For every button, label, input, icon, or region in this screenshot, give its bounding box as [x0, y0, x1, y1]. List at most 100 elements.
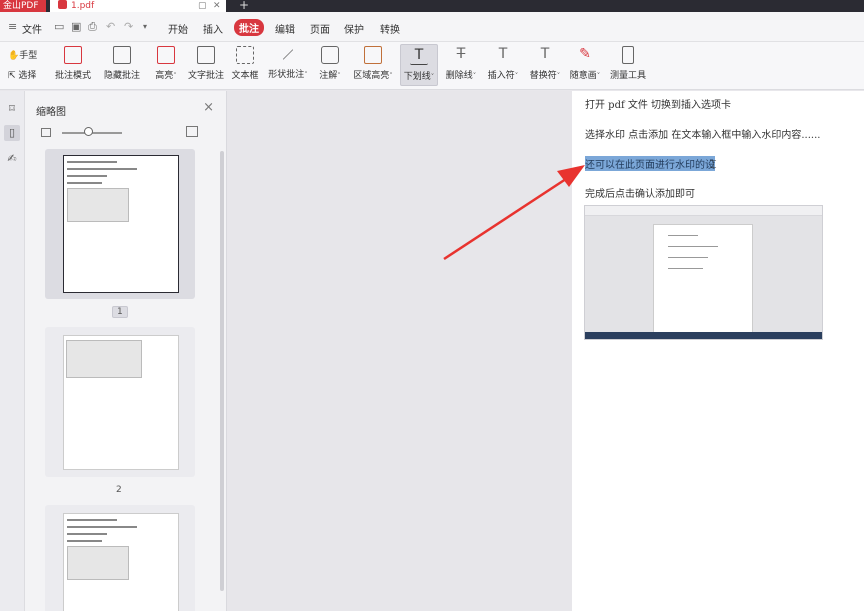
text-annotation-icon — [197, 46, 215, 64]
shape-annotation-label: 形状批注 — [268, 70, 305, 80]
hide-annotations-button[interactable]: 隐藏批注 — [103, 44, 141, 86]
underline-icon: T — [410, 47, 428, 65]
area-highlight-icon — [364, 46, 382, 64]
thumbnail-icon[interactable]: ▯ — [4, 125, 20, 141]
underline-label: 下划线 — [403, 72, 431, 82]
document-viewport[interactable]: 打开 pdf 文件 切换到插入选项卡 选择水印 点击添加 在文本输入框中输入水印… — [227, 91, 864, 611]
shape-annotation-button[interactable]: 形状批注˅ — [266, 44, 310, 86]
textbox-icon — [236, 46, 254, 64]
pin-icon[interactable]: ▢ — [198, 0, 207, 12]
menu-bar: ≡ 文件 ▭ ▣ ⎙ ↶ ↷ ▾ 开始 插入 批注 编辑 页面 保护 转换 — [0, 12, 864, 42]
document-line-2: 选择水印 点击添加 在文本输入框中输入水印内容...... — [585, 130, 821, 141]
annotation-ribbon: ✋手型 ⇱ 选择 批注模式 隐藏批注 高亮˅ 文字批注 文本框 形状批注˅ 注解… — [0, 42, 864, 90]
thumbnail-page-3[interactable] — [45, 505, 195, 611]
redo-icon[interactable]: ↷ — [124, 20, 133, 33]
page-preview — [63, 335, 179, 470]
app-name: 金山PDF — [3, 1, 39, 11]
close-tab-icon[interactable]: ✕ — [213, 0, 221, 12]
preview-image — [67, 546, 129, 580]
preview-image — [67, 188, 129, 222]
insert-mark-label: 插入符 — [487, 71, 515, 81]
hand-tool-button[interactable]: ✋手型 — [8, 48, 37, 61]
note-button[interactable]: 注解˅ — [316, 44, 344, 86]
strikethrough-label: 删除线 — [445, 71, 473, 81]
pen-icon: ✎ — [579, 46, 591, 62]
thumbnail-page-1[interactable] — [45, 149, 195, 299]
insert-mark-icon: T — [498, 46, 508, 62]
dropdown-icon[interactable]: ▾ — [143, 22, 147, 31]
file-menu[interactable]: 文件 — [22, 21, 42, 36]
freehand-draw-label: 随意画 — [569, 71, 597, 81]
tab-page[interactable]: 页面 — [310, 21, 330, 36]
page-number-1: 1 — [112, 306, 128, 318]
thumbnail-scrollbar[interactable] — [220, 151, 224, 591]
tab-edit[interactable]: 编辑 — [275, 21, 295, 36]
hamburger-icon[interactable]: ≡ — [8, 20, 17, 33]
page-preview — [63, 155, 179, 293]
app-tab[interactable]: 金山PDF — [0, 0, 46, 12]
strikethrough-icon: T — [456, 46, 466, 62]
text-cursor-icon: ⌶ — [710, 158, 717, 171]
tab-protect[interactable]: 保护 — [344, 21, 364, 36]
select-tool-label: 选择 — [18, 71, 37, 81]
annotation-mode-icon — [64, 46, 82, 64]
highlighted-text[interactable]: 还可以在此页面进行水印的设 — [585, 156, 715, 171]
thumbnail-panel-title: 缩略图 — [36, 107, 66, 118]
freehand-draw-button[interactable]: ✎ 随意画˅ — [568, 44, 602, 86]
title-bar: 金山PDF 1.pdf ▢ ✕ + — [0, 0, 864, 12]
hide-annotations-icon — [113, 46, 131, 64]
annotation-mode-label: 批注模式 — [54, 71, 91, 81]
hand-tool-label: 手型 — [19, 51, 38, 61]
embedded-screenshot — [584, 205, 823, 340]
print-icon[interactable]: ⎙ — [88, 20, 97, 34]
highlight-label: 高亮 — [155, 71, 174, 81]
textbox-label: 文本框 — [231, 71, 259, 81]
ruler-icon — [622, 46, 634, 64]
thumbnail-page-2[interactable] — [45, 327, 195, 477]
open-folder-icon[interactable]: ▭ — [54, 20, 64, 33]
line-shape-icon — [282, 49, 294, 60]
pdf-file-icon — [58, 0, 67, 9]
close-icon[interactable]: × — [203, 100, 214, 115]
textbox-button[interactable]: 文本框 — [231, 44, 259, 86]
underline-button[interactable]: T 下划线˅ — [400, 44, 438, 86]
select-tool-button[interactable]: ⇱ 选择 — [8, 68, 36, 81]
document-line-1: 打开 pdf 文件 切换到插入选项卡 — [585, 100, 732, 111]
highlight-button[interactable]: 高亮˅ — [152, 44, 180, 86]
document-page: 打开 pdf 文件 切换到插入选项卡 选择水印 点击添加 在文本输入框中输入水印… — [572, 91, 864, 611]
annotation-mode-button[interactable]: 批注模式 — [54, 44, 92, 86]
zoom-out-image-icon[interactable] — [41, 128, 51, 137]
new-tab-button[interactable]: + — [239, 0, 249, 12]
measure-tool-label: 测量工具 — [609, 71, 646, 81]
signature-icon[interactable]: ✍ — [4, 151, 20, 167]
page-preview — [63, 513, 179, 611]
slider-handle[interactable] — [84, 127, 93, 136]
thumbnail-panel: 缩略图 × 1 2 — [25, 91, 227, 611]
area-highlight-label: 区域高亮 — [353, 71, 390, 81]
text-annotation-button[interactable]: 文字批注 — [187, 44, 225, 86]
replace-mark-label: 替换符 — [529, 71, 557, 81]
strikethrough-button[interactable]: T 删除线˅ — [444, 44, 478, 86]
zoom-in-image-icon[interactable] — [186, 126, 198, 137]
tab-insert[interactable]: 插入 — [203, 21, 223, 36]
highlight-icon — [157, 46, 175, 64]
document-tab[interactable]: 1.pdf ▢ ✕ — [50, 0, 226, 12]
insert-mark-button[interactable]: T 插入符˅ — [486, 44, 520, 86]
save-icon[interactable]: ▣ — [71, 20, 81, 33]
page-number-2: 2 — [116, 485, 122, 495]
document-tab-label: 1.pdf — [71, 1, 95, 11]
tab-start[interactable]: 开始 — [168, 21, 188, 36]
tab-annotate[interactable]: 批注 — [234, 19, 264, 36]
text-annotation-label: 文字批注 — [187, 71, 224, 81]
tab-convert[interactable]: 转换 — [380, 21, 400, 36]
replace-mark-icon: T — [540, 46, 550, 62]
preview-image — [66, 340, 142, 378]
document-line-4: 完成后点击确认添加即可 — [585, 189, 695, 200]
replace-mark-button[interactable]: T 替换符˅ — [528, 44, 562, 86]
note-icon — [321, 46, 339, 64]
undo-icon[interactable]: ↶ — [106, 20, 115, 33]
area-highlight-button[interactable]: 区域高亮˅ — [351, 44, 395, 86]
measure-tool-button[interactable]: 测量工具 — [609, 44, 647, 86]
note-label: 注解 — [319, 71, 338, 81]
bookmark-icon[interactable]: ⌑ — [4, 101, 20, 117]
